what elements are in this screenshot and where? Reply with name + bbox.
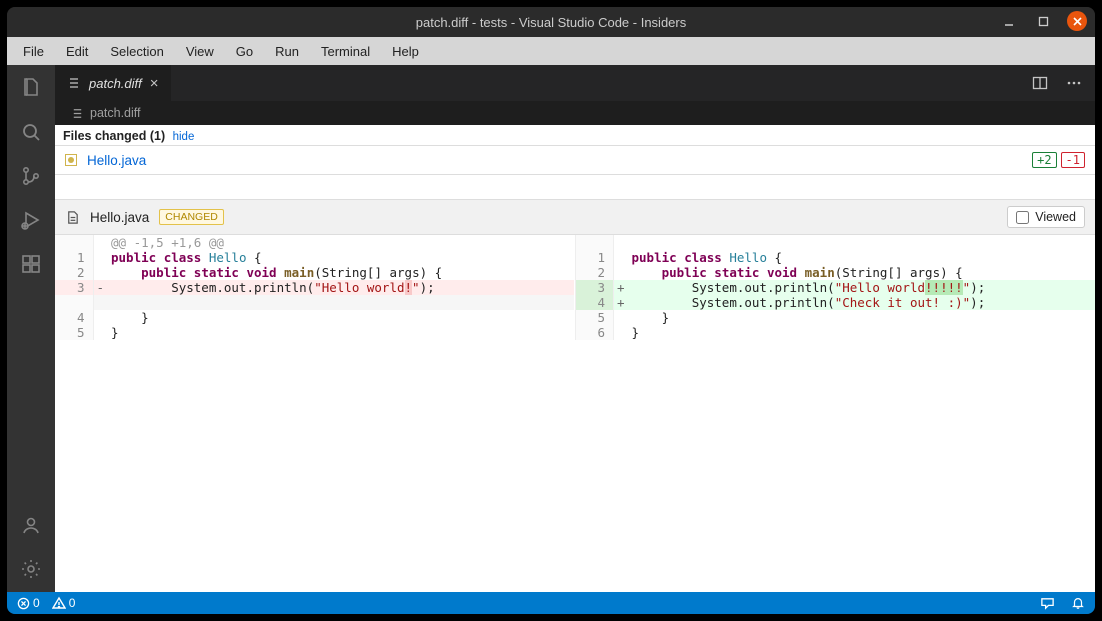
- status-warnings-count: 0: [69, 596, 76, 610]
- bell-icon[interactable]: [1071, 596, 1085, 611]
- diff-line: 4 }: [55, 310, 574, 325]
- diff-viewer: Files changed (1) hide Hello.java +2 -1: [55, 125, 1095, 592]
- diff-left-table: @@ -1,5 +1,6 @@1 public class Hello {2 p…: [55, 235, 575, 340]
- more-actions-icon[interactable]: [1065, 74, 1083, 92]
- tab-close-icon[interactable]: ×: [150, 75, 159, 92]
- split-editor-icon[interactable]: [1031, 74, 1049, 92]
- menu-run[interactable]: Run: [265, 41, 309, 62]
- menu-terminal[interactable]: Terminal: [311, 41, 380, 62]
- diff-line: 4+ System.out.println("Check it out! :)"…: [576, 295, 1095, 310]
- file-header-name: Hello.java: [90, 210, 149, 225]
- diff-right-table: 1 public class Hello {2 public static vo…: [576, 235, 1096, 340]
- diff-line: @@ -1,5 +1,6 @@: [55, 235, 574, 250]
- file-summary-row: Hello.java +2 -1: [55, 146, 1095, 175]
- menu-selection[interactable]: Selection: [100, 41, 173, 62]
- app-window: patch.diff - tests - Visual Studio Code …: [7, 7, 1095, 614]
- diff-file-icon: [71, 107, 84, 120]
- run-debug-icon[interactable]: [18, 207, 44, 233]
- additions-chip: +2: [1032, 152, 1056, 168]
- diff-line: 3+ System.out.println("Hello world!!!!!"…: [576, 280, 1095, 295]
- status-errors-count: 0: [33, 596, 40, 610]
- breadcrumb[interactable]: patch.diff: [55, 101, 1095, 125]
- file-icon: [65, 210, 80, 225]
- status-warnings[interactable]: 0: [52, 596, 76, 610]
- window-controls: [999, 11, 1087, 31]
- viewed-label: Viewed: [1035, 210, 1076, 224]
- menu-edit[interactable]: Edit: [56, 41, 98, 62]
- breadcrumb-label: patch.diff: [90, 106, 141, 120]
- tab-bar: patch.diff ×: [55, 65, 1095, 101]
- close-button[interactable]: [1067, 11, 1087, 31]
- minimize-button[interactable]: [999, 11, 1019, 31]
- viewed-toggle[interactable]: Viewed: [1007, 206, 1085, 228]
- menu-file[interactable]: File: [13, 41, 54, 62]
- titlebar: patch.diff - tests - Visual Studio Code …: [7, 7, 1095, 37]
- viewed-checkbox[interactable]: [1016, 211, 1029, 224]
- menu-view[interactable]: View: [176, 41, 224, 62]
- diff-line: 6 }: [576, 325, 1095, 340]
- diff-right-pane: 1 public class Hello {2 public static vo…: [576, 235, 1096, 340]
- tab-patch-diff[interactable]: patch.diff ×: [55, 65, 172, 101]
- diff-line: 1 public class Hello {: [576, 250, 1095, 265]
- diff-line: [576, 235, 1095, 250]
- status-bar: 0 0: [7, 592, 1095, 614]
- files-icon[interactable]: [18, 75, 44, 101]
- diff-line: 1 public class Hello {: [55, 250, 574, 265]
- status-errors[interactable]: 0: [17, 596, 40, 610]
- account-icon[interactable]: [18, 512, 44, 538]
- deletions-chip: -1: [1061, 152, 1085, 168]
- window-title: patch.diff - tests - Visual Studio Code …: [416, 15, 687, 30]
- settings-gear-icon[interactable]: [18, 556, 44, 582]
- diff-line: 2 public static void main(String[] args)…: [55, 265, 574, 280]
- extensions-icon[interactable]: [18, 251, 44, 277]
- changed-badge: CHANGED: [159, 209, 224, 225]
- diff-line: 2 public static void main(String[] args)…: [576, 265, 1095, 280]
- diff-line: 3- System.out.println("Hello world!");: [55, 280, 574, 295]
- editor-actions: [1031, 65, 1095, 101]
- file-header: Hello.java CHANGED Viewed: [55, 199, 1095, 235]
- app-body: patch.diff × patch.diff: [7, 65, 1095, 592]
- modified-icon: [65, 154, 77, 166]
- menu-help[interactable]: Help: [382, 41, 429, 62]
- hide-link[interactable]: hide: [173, 131, 195, 143]
- source-control-icon[interactable]: [18, 163, 44, 189]
- diff-line: [55, 295, 574, 310]
- diff-line: 5 }: [55, 325, 574, 340]
- file-link[interactable]: Hello.java: [87, 153, 146, 168]
- editor-area: patch.diff × patch.diff: [55, 65, 1095, 592]
- files-changed-label: Files changed (1): [63, 129, 165, 143]
- diff-stats: +2 -1: [1032, 152, 1085, 168]
- menu-go[interactable]: Go: [226, 41, 263, 62]
- activity-bar: [7, 65, 55, 592]
- search-icon[interactable]: [18, 119, 44, 145]
- diff-file-icon: [67, 76, 81, 90]
- feedback-icon[interactable]: [1040, 596, 1055, 611]
- tab-label: patch.diff: [89, 76, 142, 91]
- diff-left-pane: @@ -1,5 +1,6 @@1 public class Hello {2 p…: [55, 235, 576, 340]
- diff-line: 5 }: [576, 310, 1095, 325]
- side-by-side-diff: @@ -1,5 +1,6 @@1 public class Hello {2 p…: [55, 235, 1095, 340]
- maximize-button[interactable]: [1033, 11, 1053, 31]
- menubar: FileEditSelectionViewGoRunTerminalHelp: [7, 37, 1095, 65]
- files-changed-header: Files changed (1) hide: [55, 125, 1095, 146]
